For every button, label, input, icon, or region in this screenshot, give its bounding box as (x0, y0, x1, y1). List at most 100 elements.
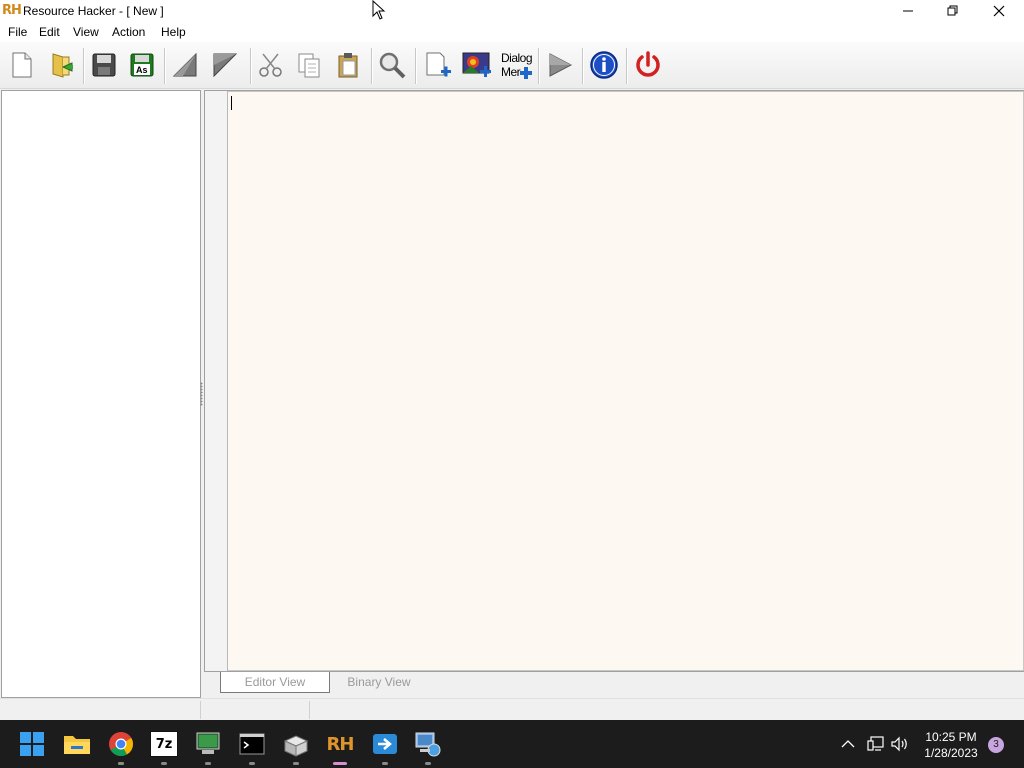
status-bar (0, 698, 1024, 721)
toolbar-separator (371, 48, 373, 84)
mouse-pointer (372, 0, 386, 23)
editor-line-gutter (205, 91, 228, 671)
copy-button[interactable] (292, 48, 326, 82)
minimize-icon (902, 10, 913, 12)
running-indicator (425, 762, 431, 765)
taskbar-resource-hacker[interactable]: RH (324, 728, 356, 765)
menu-file[interactable]: File (8, 25, 27, 39)
resource-tree-panel[interactable] (1, 90, 201, 698)
volume-tray-button[interactable] (890, 734, 910, 754)
arrow-cursor-icon (372, 0, 386, 20)
view-tabs: Editor View Binary View (204, 672, 1022, 694)
save-disk-icon (92, 53, 116, 77)
script-editor[interactable] (228, 91, 1024, 671)
find-button[interactable] (375, 48, 409, 82)
status-separator (309, 701, 310, 719)
menu-action[interactable]: Action (112, 25, 145, 39)
compile-script-button[interactable] (168, 48, 202, 82)
taskbar-app-4[interactable] (192, 728, 224, 765)
toolbar-separator (538, 48, 540, 84)
resource-hacker-app-icon[interactable]: RH (2, 3, 22, 19)
7zip-icon: 7z (150, 731, 178, 757)
add-image-resource-button[interactable] (460, 48, 494, 82)
magnifier-icon (379, 52, 406, 79)
power-icon (636, 51, 660, 77)
scissors-icon (259, 53, 282, 77)
taskbar-terminal[interactable] (236, 728, 268, 765)
running-indicator (205, 762, 211, 765)
new-file-button[interactable] (4, 48, 38, 82)
toolbar: As Dialog Mer (0, 42, 1024, 89)
restore-button[interactable] (930, 0, 975, 22)
remote-arrow-icon (373, 734, 397, 754)
save-as-badge: As (136, 65, 148, 75)
editor-container (204, 90, 1024, 672)
clock-time: 10:25 PM (925, 730, 977, 744)
merge-label: Mer (501, 65, 521, 79)
package-box-icon (283, 735, 309, 757)
arrow-down-right-icon (213, 53, 238, 78)
network-computer-icon (415, 732, 441, 757)
plus-icon (520, 67, 532, 79)
dialog-label: Dialog (501, 51, 533, 65)
exit-button[interactable] (631, 48, 665, 82)
taskbar-file-explorer[interactable] (61, 728, 93, 760)
add-image-icon (462, 52, 491, 77)
chrome-icon (109, 732, 133, 757)
toolbar-separator (250, 48, 252, 84)
toolbar-separator (164, 48, 166, 84)
network-icon (867, 736, 884, 751)
open-file-button[interactable] (44, 48, 78, 82)
menu-view[interactable]: View (73, 25, 99, 39)
dialog-merger-button[interactable]: Dialog Mer (497, 48, 535, 82)
tab-editor-view[interactable]: Editor View (220, 672, 330, 693)
speaker-icon (891, 736, 907, 752)
tab-binary-view[interactable]: Binary View (328, 672, 430, 692)
running-indicator (249, 762, 255, 765)
taskbar-chrome[interactable] (105, 728, 137, 765)
close-button[interactable] (976, 0, 1021, 22)
running-indicator (293, 762, 299, 765)
running-indicator (118, 762, 124, 765)
menu-bar: File Edit View Action Help (0, 22, 1024, 42)
show-hidden-icons-button[interactable] (838, 734, 858, 754)
run-script-button[interactable] (543, 48, 577, 82)
minimize-button[interactable] (885, 0, 930, 22)
taskbar-remote-app[interactable] (369, 728, 401, 765)
restore-icon (947, 5, 957, 16)
panel-splitter-handle[interactable] (200, 382, 203, 406)
save-button[interactable] (87, 48, 121, 82)
taskbar-7zip[interactable]: 7z (148, 728, 180, 765)
toolbar-separator (83, 48, 85, 84)
taskbar-installer[interactable] (280, 728, 312, 765)
window-title: Resource Hacker - [ New ] (23, 4, 164, 18)
cut-button[interactable] (254, 48, 288, 82)
taskbar-clock[interactable]: 10:25 PM 1/28/2023 (916, 729, 986, 761)
folder-icon (64, 736, 90, 754)
paste-button[interactable] (331, 48, 365, 82)
running-indicator (161, 762, 167, 765)
save-as-button[interactable]: As (125, 48, 159, 82)
toolbar-separator (582, 48, 584, 84)
resource-hacker-window: RH Resource Hacker - [ New ] File Edit V… (0, 0, 1024, 721)
chevron-up-icon (841, 740, 855, 748)
toolbar-separator (415, 48, 417, 84)
add-blank-resource-button[interactable] (420, 48, 454, 82)
menu-edit[interactable]: Edit (39, 25, 60, 39)
menu-help[interactable]: Help (161, 25, 186, 39)
copy-icon (298, 53, 320, 78)
play-icon (549, 53, 573, 77)
go-to-resource-button[interactable] (208, 48, 242, 82)
start-button[interactable] (16, 728, 48, 760)
about-button[interactable] (587, 48, 621, 82)
new-document-icon (12, 52, 32, 78)
resource-hacker-taskbar-icon: RH (326, 733, 355, 755)
taskbar-network-app[interactable] (412, 728, 444, 765)
active-indicator (333, 762, 347, 765)
paste-clipboard-icon (338, 53, 358, 78)
terminal-icon (239, 733, 265, 755)
notification-badge[interactable]: 3 (988, 737, 1004, 753)
add-document-icon (426, 52, 451, 77)
toolbar-separator (626, 48, 628, 84)
network-tray-button[interactable] (866, 734, 886, 754)
